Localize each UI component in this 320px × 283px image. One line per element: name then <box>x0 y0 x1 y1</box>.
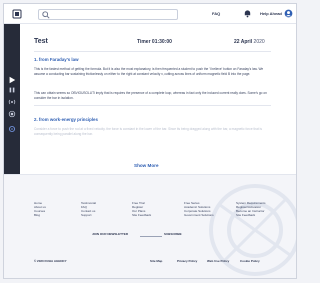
logo-icon[interactable] <box>12 9 22 19</box>
page-title: Test <box>34 38 48 45</box>
top-bar: FAQ Help Ahead <box>4 4 296 24</box>
section-heading: 1. from Faraday's law <box>34 57 79 62</box>
footer-column: Free Trial Register Our Plans Site Feedb… <box>132 201 151 217</box>
footer-link[interactable]: Site Feedback <box>132 213 151 217</box>
watermark-logo-icon <box>209 184 296 276</box>
footer: Home About us Courses Blog Testimonial F… <box>4 174 296 278</box>
settings-icon[interactable] <box>8 125 16 133</box>
divider <box>34 51 271 52</box>
play-icon[interactable] <box>8 76 16 84</box>
section-heading: 2. from work-energy principles <box>34 117 98 122</box>
footer-link[interactable]: Support <box>81 213 96 217</box>
web-use-policy-link[interactable]: Web Use Policy <box>207 259 229 263</box>
footer-link[interactable]: Blog <box>34 213 46 217</box>
timer-value: 01:30:00 <box>151 39 172 45</box>
record-icon[interactable] <box>8 110 16 118</box>
search-box[interactable] <box>38 9 178 20</box>
section-paragraph: Consider a force to push the rod at a fi… <box>34 127 262 136</box>
date-day: 22 April <box>234 39 253 45</box>
section-paragraph: This can obtain seems so OBVIOUSOLUTI im… <box>34 91 267 100</box>
copyright: © 2020 DUHA AGENCY <box>34 259 67 263</box>
cookie-policy-link[interactable]: Cookie Policy <box>240 259 260 263</box>
divider <box>34 105 271 106</box>
newsletter-label: JOIN OUR NEWSLETTER <box>92 232 129 236</box>
subscribe-button[interactable]: SUBSCRIBE <box>164 232 182 236</box>
newsletter-email-input[interactable] <box>140 230 162 237</box>
broadcast-icon[interactable] <box>8 98 16 106</box>
show-more-button[interactable]: Show More <box>134 163 159 168</box>
notification-icon[interactable] <box>243 9 252 18</box>
footer-column: System Requirements Register/Activation … <box>236 201 266 217</box>
pause-icon[interactable] <box>8 86 16 94</box>
site-map-link[interactable]: Site Map <box>150 259 162 263</box>
footer-link[interactable]: Site Feedback <box>236 213 266 217</box>
search-input[interactable] <box>52 10 172 19</box>
footer-column: Home About us Courses Blog <box>34 201 46 217</box>
privacy-policy-link[interactable]: Privacy Policy <box>177 259 197 263</box>
user-avatar-icon[interactable] <box>284 9 293 18</box>
date-year: 2020 <box>253 39 265 45</box>
help-link[interactable]: Help Ahead <box>260 11 282 16</box>
test-date: 22 April 2020 <box>234 39 265 45</box>
app-window: FAQ Help Ahead Test Timer 01:30:00 22 Ap… <box>3 3 297 279</box>
footer-link[interactable]: Government Solutions <box>184 213 214 217</box>
search-icon <box>42 11 50 19</box>
timer-label: Timer <box>137 39 151 45</box>
section-paragraph: This is the fastest method of getting th… <box>34 67 264 76</box>
sidebar <box>4 24 20 174</box>
footer-column: Free Series Academic Solutions Corporate… <box>184 201 214 217</box>
timer: Timer 01:30:00 <box>137 39 172 45</box>
faq-link[interactable]: FAQ <box>212 11 220 16</box>
footer-column: Testimonial FAQ Contact us Support <box>81 201 96 217</box>
